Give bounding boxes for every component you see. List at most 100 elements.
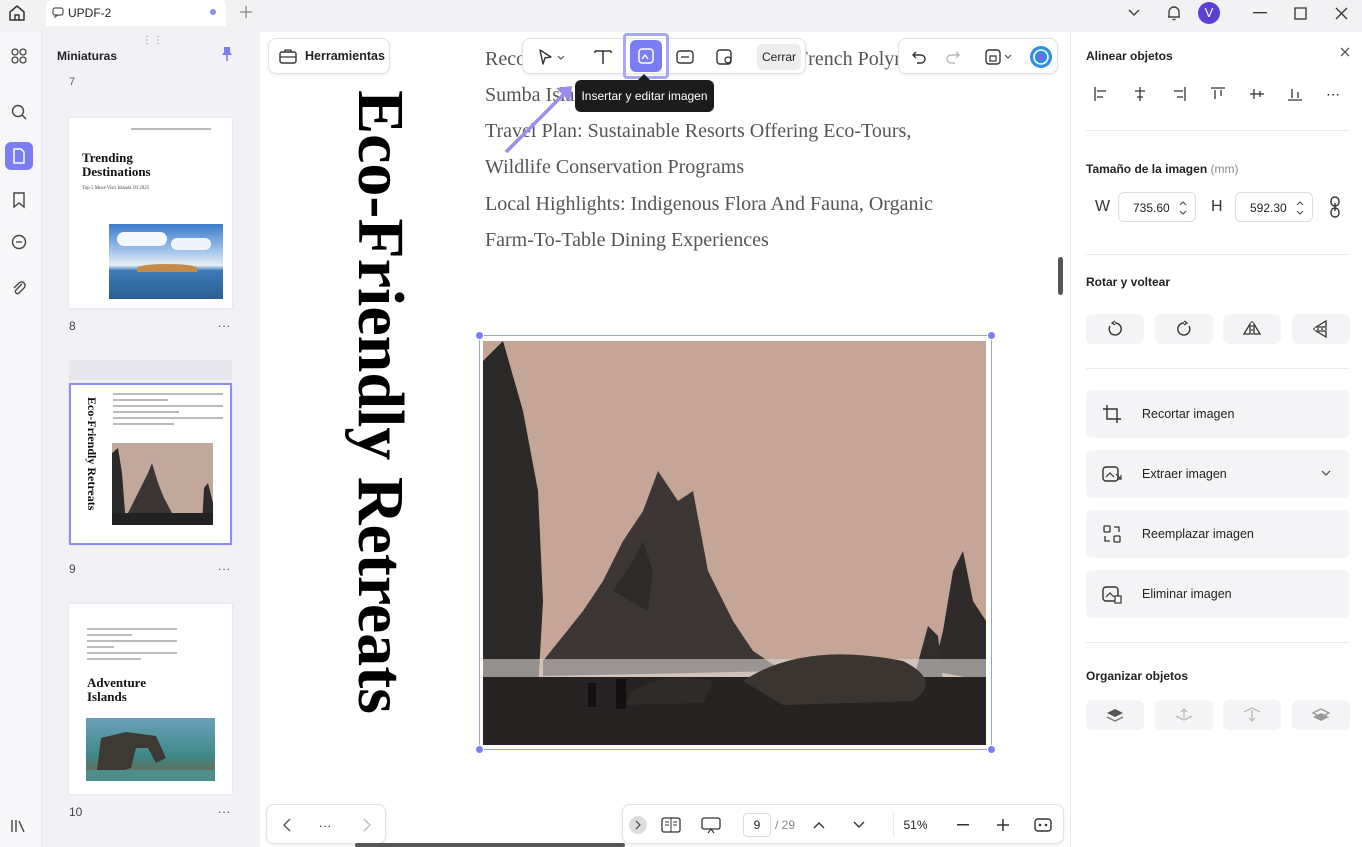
redo-icon[interactable] — [939, 45, 967, 69]
drag-handle[interactable]: ⋮⋮ — [142, 35, 164, 46]
delete-image-button[interactable]: Eliminar imagen — [1086, 570, 1349, 618]
resize-handle[interactable] — [987, 745, 996, 754]
insert-image-button[interactable] — [623, 33, 669, 79]
select-cursor-icon[interactable] — [531, 45, 571, 69]
divider — [1086, 368, 1349, 369]
crop-image-button[interactable]: Recortar imagen — [1086, 390, 1349, 438]
comment-icon[interactable] — [5, 229, 33, 257]
link-tool-icon[interactable] — [671, 45, 699, 69]
home-icon[interactable] — [4, 1, 30, 25]
avatar[interactable]: V — [1194, 1, 1224, 25]
fit-page-icon[interactable] — [1031, 813, 1055, 837]
maximize-icon[interactable] — [1280, 1, 1320, 25]
align-middle-icon[interactable] — [1247, 84, 1267, 104]
unsaved-dot — [210, 9, 216, 15]
new-tab-button[interactable] — [236, 2, 256, 22]
page-thumbnail[interactable]: Adventure Islands — [69, 604, 232, 794]
pages-icon[interactable] — [5, 142, 33, 170]
pin-icon[interactable] — [220, 46, 234, 62]
tab-title: UPDF-2 — [68, 6, 112, 20]
send-backward-icon[interactable] — [1223, 700, 1281, 730]
zoom-level[interactable]: 51% — [893, 813, 937, 837]
chevron-up-icon[interactable] — [807, 813, 831, 837]
page-thumbnail[interactable]: Trending Destinations Top 5 Must-Visit I… — [69, 118, 232, 308]
bell-icon[interactable] — [1154, 1, 1194, 25]
page-number: 7 — [69, 76, 76, 88]
align-right-icon[interactable] — [1169, 84, 1189, 104]
more-icon[interactable]: ... — [319, 816, 332, 830]
align-top-icon[interactable] — [1208, 84, 1228, 104]
align-left-icon[interactable] — [1091, 84, 1111, 104]
chevron-left-icon[interactable] — [275, 813, 299, 837]
image-icon — [630, 40, 662, 72]
organize-title: Organizar objetos — [1086, 669, 1189, 683]
search-icon[interactable] — [5, 98, 33, 126]
thumb-title: Eco-Friendly Retreats — [85, 397, 99, 511]
attachment-icon[interactable] — [5, 274, 33, 302]
bring-forward-icon[interactable] — [1155, 700, 1213, 730]
resize-handle[interactable] — [987, 331, 996, 340]
resize-handle[interactable] — [475, 745, 484, 754]
more-options-icon[interactable]: ⋯ — [1323, 84, 1343, 104]
chevron-down-icon[interactable] — [1114, 1, 1154, 25]
flip-vertical-icon[interactable] — [1292, 314, 1350, 344]
undo-icon[interactable] — [905, 45, 933, 69]
presentation-icon[interactable] — [699, 813, 723, 837]
stepper-icon[interactable] — [1179, 200, 1187, 216]
extract-image-button[interactable]: Extraer imagen — [1086, 450, 1349, 498]
title-bar: UPDF-2 V — [0, 0, 1362, 32]
text-tool-icon[interactable] — [589, 45, 617, 69]
stepper-icon[interactable] — [1296, 200, 1304, 216]
page-nav-left: ... — [266, 804, 386, 844]
divider — [1086, 254, 1349, 255]
page-thumbnail-selected[interactable]: Eco-Friendly Retreats — [69, 383, 232, 545]
save-icon[interactable] — [979, 45, 1019, 69]
chevron-down-icon[interactable] — [847, 813, 871, 837]
close-edit-button[interactable]: Cerrar — [757, 44, 801, 70]
rotate-left-icon[interactable] — [1086, 314, 1144, 344]
document-tab[interactable]: UPDF-2 — [46, 0, 226, 26]
bring-to-front-icon[interactable] — [1086, 700, 1144, 730]
thumb-title: Trending Destinations — [82, 150, 151, 179]
tools-button[interactable]: Herramientas — [268, 38, 390, 74]
more-icon[interactable]: ... — [218, 316, 231, 330]
bookmark-icon[interactable] — [5, 186, 33, 214]
resize-handle[interactable] — [475, 331, 484, 340]
island-image — [109, 224, 223, 299]
send-to-back-icon[interactable] — [1292, 700, 1350, 730]
library-icon[interactable] — [5, 812, 33, 840]
horizontal-scrollbar[interactable] — [355, 843, 625, 847]
collapse-icon[interactable] — [629, 816, 647, 834]
rotate-right-icon[interactable] — [1155, 314, 1213, 344]
lock-ratio-icon[interactable] — [1325, 195, 1345, 219]
ai-assistant-icon[interactable] — [1027, 45, 1055, 69]
replace-image-button[interactable]: Reemplazar imagen — [1086, 510, 1349, 558]
page-layout-icon[interactable] — [659, 813, 683, 837]
thumb-subtitle: Top 5 Must-Visit Islands Of 2025 — [82, 186, 150, 191]
vertical-scrollbar[interactable] — [1058, 257, 1063, 295]
width-input[interactable]: 735.60 — [1118, 192, 1196, 222]
total-pages: / 29 — [775, 818, 796, 832]
height-input[interactable]: 592.30 — [1235, 192, 1313, 222]
more-icon[interactable]: ... — [218, 559, 231, 573]
zoom-out-icon[interactable] — [951, 813, 975, 837]
chevron-down-icon[interactable] — [1321, 470, 1331, 477]
sea-stack-image — [112, 443, 213, 525]
page-number: 9 — [69, 562, 76, 576]
chevron-right-icon[interactable] — [355, 813, 379, 837]
align-bottom-icon[interactable] — [1285, 84, 1305, 104]
more-icon[interactable]: ... — [218, 802, 231, 816]
close-window-icon[interactable] — [1320, 1, 1362, 25]
flip-horizontal-icon[interactable] — [1223, 314, 1281, 344]
page-number: 10 — [69, 805, 83, 819]
shape-tool-icon[interactable] — [711, 45, 739, 69]
delete-image-icon — [1102, 584, 1122, 604]
align-center-icon[interactable] — [1130, 84, 1150, 104]
selected-image[interactable] — [479, 335, 992, 750]
minimize-icon[interactable] — [1240, 1, 1280, 25]
zoom-in-icon[interactable] — [991, 813, 1015, 837]
grid-icon[interactable] — [5, 42, 33, 70]
close-icon[interactable] — [1337, 44, 1353, 60]
width-label: W — [1095, 198, 1111, 215]
page-input[interactable]: 9 — [743, 813, 771, 837]
